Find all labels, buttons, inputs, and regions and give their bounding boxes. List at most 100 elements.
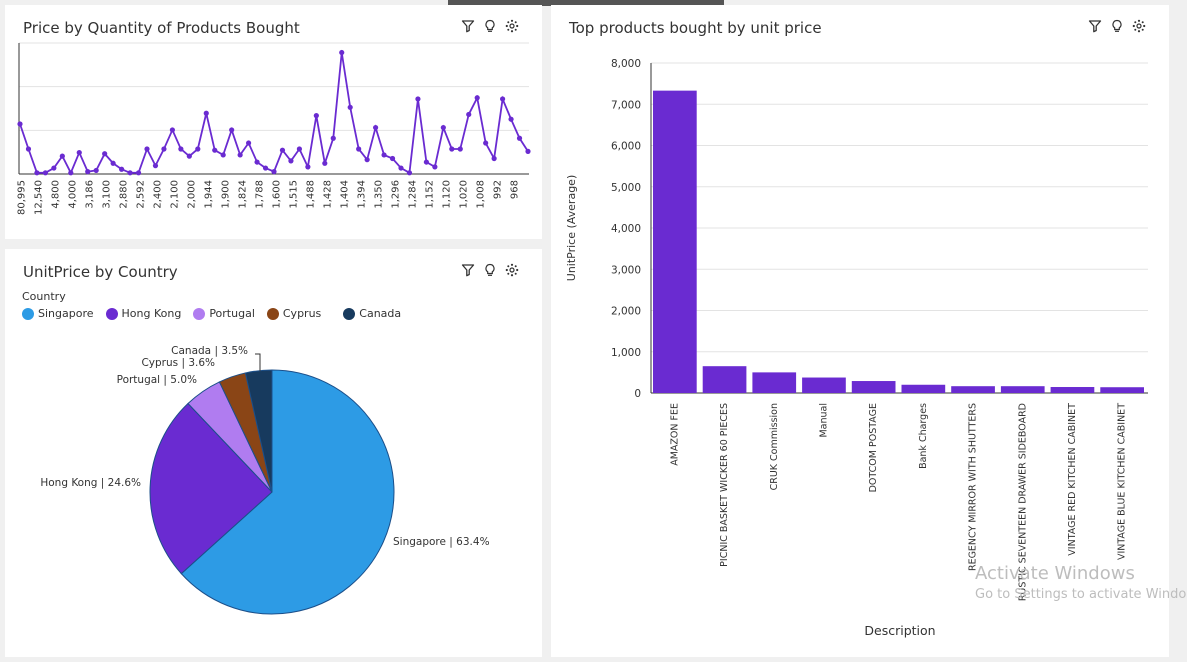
- y-tick-label: 2,000: [611, 306, 641, 318]
- data-point: [516, 135, 523, 141]
- x-tick-label: DOTCOM POSTAGE: [868, 403, 879, 492]
- y-tick-label: 1,000: [611, 347, 641, 359]
- legend-swatch: [22, 307, 34, 320]
- pie-data-label: Canada | 3.5%: [171, 345, 248, 357]
- legend-item-portugal[interactable]: Portugal: [193, 307, 255, 320]
- data-point: [449, 146, 455, 152]
- data-point: [356, 146, 362, 152]
- data-point: [76, 149, 82, 156]
- bar: [802, 377, 846, 393]
- x-tick-label: 1,824: [238, 180, 249, 209]
- data-point: [42, 170, 49, 176]
- y-tick-label: 6,000: [611, 141, 641, 153]
- data-point: [415, 96, 421, 102]
- data-point: [68, 170, 74, 176]
- x-tick-label: 992: [493, 180, 504, 199]
- x-tick-label: 1,900: [221, 180, 232, 209]
- legend-item-cyprus[interactable]: Cyprus: [266, 307, 322, 320]
- x-tick-label: 1,404: [340, 180, 351, 209]
- bar: [752, 372, 797, 393]
- bar: [1050, 387, 1095, 393]
- data-point: [51, 165, 57, 171]
- data-point: [127, 170, 133, 176]
- data-point: [254, 159, 260, 165]
- data-point: [525, 148, 531, 154]
- x-tick-label: 2,100: [170, 180, 181, 209]
- data-point: [229, 127, 235, 133]
- data-point: [406, 170, 413, 176]
- x-tick-label: 80,995: [17, 180, 28, 215]
- x-tick-label: 1,394: [357, 180, 368, 209]
- bar: [951, 386, 995, 393]
- data-point: [381, 152, 387, 158]
- y-tick-label: 3,000: [611, 264, 641, 276]
- x-tick-label: VINTAGE BLUE KITCHEN CABINET: [1117, 403, 1128, 560]
- legend-label: Portugal: [209, 307, 255, 320]
- data-point: [135, 170, 142, 176]
- data-line: [19, 52, 529, 175]
- data-point: [34, 170, 40, 176]
- data-point: [212, 147, 218, 153]
- x-tick-label: 3,186: [85, 180, 96, 209]
- data-point: [246, 140, 252, 146]
- x-tick-label: 2,880: [119, 180, 130, 209]
- x-tick-label: Bank Charges: [918, 403, 929, 469]
- legend-item-singapore[interactable]: Singapore: [22, 307, 94, 320]
- x-tick-label: 1,020: [459, 180, 470, 209]
- data-point: [474, 95, 480, 101]
- data-point: [161, 146, 167, 152]
- legend-swatch: [266, 307, 279, 320]
- data-point: [152, 163, 159, 169]
- x-tick-label: PICNIC BASKET WICKER 60 PIECES: [719, 403, 730, 567]
- pie-data-label: Cyprus | 3.6%: [141, 357, 215, 369]
- data-point: [186, 153, 192, 159]
- data-point: [432, 164, 438, 170]
- data-point: [483, 140, 489, 146]
- data-point: [25, 146, 32, 152]
- data-point: [237, 152, 243, 158]
- data-point: [262, 165, 269, 171]
- bar: [653, 90, 697, 393]
- legend-swatch: [193, 307, 206, 320]
- data-point: [305, 164, 311, 170]
- legend-item-hong-kong[interactable]: Hong Kong: [105, 307, 181, 320]
- pie-data-label: Hong Kong | 24.6%: [40, 477, 141, 489]
- data-point: [279, 147, 286, 153]
- bar: [702, 366, 747, 393]
- y-tick-label: 7,000: [611, 99, 641, 111]
- x-tick-label: 1,944: [204, 180, 215, 209]
- x-tick-label: 1,788: [255, 180, 266, 209]
- x-tick-label: Manual: [818, 403, 829, 438]
- data-point: [102, 151, 108, 157]
- line-chart: 80,995 12,540 4,800 4,000 3,186 3,100 2,880 2,5…: [17, 42, 531, 215]
- bar: [901, 384, 946, 393]
- bar: [1000, 386, 1045, 393]
- data-point: [423, 159, 429, 165]
- legend-label: Cyprus: [282, 307, 322, 320]
- bar: [851, 381, 896, 393]
- bar-chart: 0 1,000 2,000 3,000 4,000 5,000 6,000 7,000 8,00…: [565, 58, 1148, 638]
- data-point: [288, 158, 294, 164]
- x-tick-label: 4,800: [51, 180, 62, 209]
- y-tick-label: 5,000: [611, 182, 641, 194]
- data-point: [508, 116, 514, 122]
- data-point: [500, 96, 506, 102]
- x-axis-label: Description: [864, 623, 935, 638]
- y-tick-label: 4,000: [611, 223, 641, 235]
- x-tick-label: 2,000: [187, 180, 198, 209]
- x-tick-label: 12,540: [34, 180, 45, 215]
- y-axis-label: UnitPrice (Average): [565, 175, 578, 281]
- x-tick-label: 3,100: [102, 180, 113, 209]
- legend-swatch: [343, 307, 356, 320]
- x-tick-label: 1,488: [306, 180, 317, 209]
- pie-legend: Country Singapore Hong Kong Portugal Cyp…: [22, 290, 401, 320]
- x-tick-label: 2,400: [153, 180, 164, 209]
- data-point: [144, 146, 150, 152]
- legend-item-canada[interactable]: Canada: [343, 307, 401, 320]
- data-point: [119, 166, 125, 172]
- data-point: [203, 110, 209, 116]
- data-point: [373, 124, 379, 131]
- x-tick-label: 1,350: [374, 180, 385, 209]
- data-point: [457, 146, 463, 152]
- x-tick-label: VINTAGE RED KITCHEN CABINET: [1067, 403, 1078, 556]
